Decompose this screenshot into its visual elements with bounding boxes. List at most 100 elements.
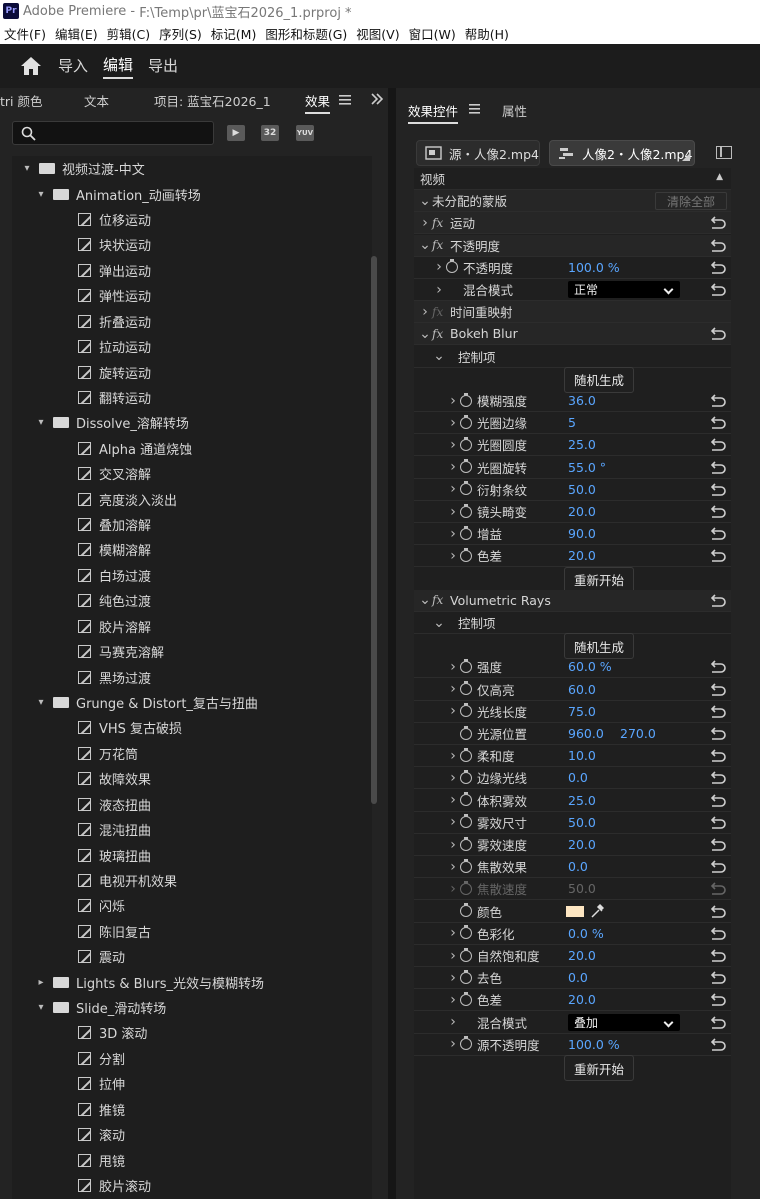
tree-preset-item[interactable]: 万花筒	[12, 741, 372, 766]
reset-icon[interactable]	[710, 548, 727, 563]
chevron-down-icon[interactable]: ▾	[34, 189, 48, 200]
blend-mode-dropdown[interactable]: 正常	[568, 281, 680, 298]
chevron-right-icon[interactable]: ›	[446, 526, 460, 542]
accelerated-effects-icon[interactable]: ▶	[227, 125, 245, 141]
reset-icon[interactable]	[710, 460, 727, 474]
stopwatch-icon[interactable]	[460, 947, 472, 962]
effects-search-input[interactable]	[41, 124, 209, 142]
chevron-right-icon[interactable]: ›	[446, 504, 460, 520]
reset-icon[interactable]	[710, 1015, 727, 1029]
reset-icon[interactable]	[710, 815, 727, 829]
reset-icon[interactable]	[710, 504, 727, 518]
param-value[interactable]: 50.0	[568, 482, 596, 497]
param-value[interactable]: 20.0	[568, 948, 596, 963]
stopwatch-icon[interactable]	[460, 1036, 472, 1051]
tree-preset-item[interactable]: 交叉溶解	[12, 461, 372, 486]
param-value[interactable]: 10.0	[568, 748, 596, 763]
blend-mode-dropdown[interactable]: 叠加	[568, 1013, 680, 1031]
tree-preset-item[interactable]: 翻转运动	[12, 385, 372, 410]
chevron-down-icon[interactable]: ⌄	[418, 326, 432, 342]
stopwatch-icon[interactable]	[460, 858, 472, 873]
menu-clip[interactable]: 剪辑(C)	[107, 24, 150, 43]
chevron-right-icon[interactable]: ›	[446, 992, 460, 1008]
stopwatch-icon[interactable]	[460, 658, 472, 673]
tree-folder[interactable]: ▾ Animation_动画转场	[12, 181, 372, 206]
param-value[interactable]: 0.0	[568, 859, 588, 874]
eyedropper-icon[interactable]	[590, 903, 605, 922]
tab-lumetri-color[interactable]: tri 颜色	[0, 91, 43, 110]
stopwatch-icon[interactable]	[460, 925, 472, 940]
tree-preset-item[interactable]: 弹出运动	[12, 258, 372, 283]
param-value[interactable]: 0.0	[568, 970, 588, 985]
reset-icon[interactable]	[710, 659, 727, 674]
reset-icon[interactable]	[710, 482, 727, 496]
home-icon[interactable]	[18, 53, 44, 79]
panel-menu-icon[interactable]	[339, 95, 351, 105]
reset-icon[interactable]	[710, 215, 727, 230]
stopwatch-icon[interactable]	[460, 503, 472, 518]
menu-sequence[interactable]: 序列(S)	[159, 24, 202, 43]
chevron-right-icon[interactable]: ›	[446, 792, 460, 808]
tree-preset-item[interactable]: 折叠运动	[12, 309, 372, 334]
color-swatch[interactable]	[566, 905, 584, 917]
tab-project[interactable]: 项目: 蓝宝石2026_1	[154, 91, 271, 110]
chevron-right-icon[interactable]: ›	[418, 304, 432, 320]
reset-icon[interactable]	[710, 748, 727, 762]
stopwatch-icon[interactable]	[460, 969, 472, 984]
panel-splitter[interactable]	[388, 88, 396, 1199]
stopwatch-icon[interactable]	[460, 525, 472, 540]
reset-icon[interactable]	[710, 970, 727, 984]
effect-action-button[interactable]: 重新开始	[564, 1055, 634, 1081]
tree-preset-item[interactable]: 旋转运动	[12, 359, 372, 384]
chevron-right-icon[interactable]: ›	[418, 215, 432, 231]
reset-icon[interactable]	[710, 282, 727, 296]
reset-icon[interactable]	[710, 393, 727, 407]
param-value[interactable]: 50.0	[568, 881, 596, 896]
tree-preset-item[interactable]: 故障效果	[12, 766, 372, 791]
reset-icon[interactable]	[710, 992, 727, 1007]
workspace-tab-import[interactable]: 导入	[58, 55, 88, 78]
chevron-right-icon[interactable]: ›	[446, 481, 460, 497]
menu-markers[interactable]: 标记(M)	[211, 24, 257, 43]
tree-folder[interactable]: ▾ Slide_滑动转场	[12, 995, 372, 1020]
reset-icon[interactable]	[710, 415, 727, 429]
param-value-y[interactable]: 270.0	[620, 726, 656, 741]
tree-preset-item[interactable]: 甩镜	[12, 1147, 372, 1172]
reset-icon[interactable]	[710, 726, 727, 740]
effect-action-button[interactable]: 重新开始	[564, 566, 634, 593]
param-value[interactable]: 55.0 °	[568, 460, 606, 475]
stopwatch-icon[interactable]	[460, 703, 472, 718]
chevron-right-icon[interactable]: ›	[446, 925, 460, 941]
tree-preset-item[interactable]: 块状运动	[12, 232, 372, 257]
param-value[interactable]: 75.0	[568, 704, 596, 719]
chevron-down-icon[interactable]: ⌄	[432, 615, 446, 631]
yuv-effects-icon[interactable]: YUV	[296, 125, 314, 141]
chevron-right-icon[interactable]: ›	[446, 814, 460, 830]
effect-action-button[interactable]: 随机生成	[564, 366, 634, 393]
stopwatch-icon[interactable]	[460, 991, 472, 1006]
reset-icon[interactable]	[710, 926, 727, 940]
param-value[interactable]: 960.0	[568, 726, 604, 741]
menu-help[interactable]: 帮助(H)	[465, 24, 509, 43]
param-value[interactable]: 0.0 %	[568, 926, 604, 941]
chevron-down-icon[interactable]: ▾	[34, 1002, 48, 1013]
tree-preset-item[interactable]: 分割	[12, 1046, 372, 1071]
chevron-right-icon[interactable]: ›	[446, 859, 460, 875]
tree-preset-item[interactable]: 电视开机效果	[12, 868, 372, 893]
stopwatch-icon[interactable]	[460, 547, 472, 562]
chevron-right-icon[interactable]: ›	[432, 259, 446, 275]
tree-preset-item[interactable]: Alpha 通道烧蚀	[12, 436, 372, 461]
chevron-down-icon[interactable]: ▾	[20, 163, 34, 174]
stopwatch-icon[interactable]	[460, 792, 472, 807]
reset-icon[interactable]	[710, 526, 727, 540]
sequence-clip-selector[interactable]: 人像2・人像2.mp4	[549, 140, 695, 166]
reset-icon[interactable]	[710, 948, 727, 962]
32bit-effects-icon[interactable]: 32	[261, 125, 279, 141]
reset-icon[interactable]	[710, 1037, 727, 1051]
workspace-tab-edit[interactable]: 编辑	[103, 54, 134, 79]
chevron-down-icon[interactable]: ⌄	[432, 348, 446, 364]
chevron-right-icon[interactable]: ›	[446, 1036, 460, 1052]
chevron-right-icon[interactable]: ›	[446, 970, 460, 986]
stopwatch-icon[interactable]	[460, 414, 472, 429]
param-value[interactable]: 20.0	[568, 548, 596, 563]
